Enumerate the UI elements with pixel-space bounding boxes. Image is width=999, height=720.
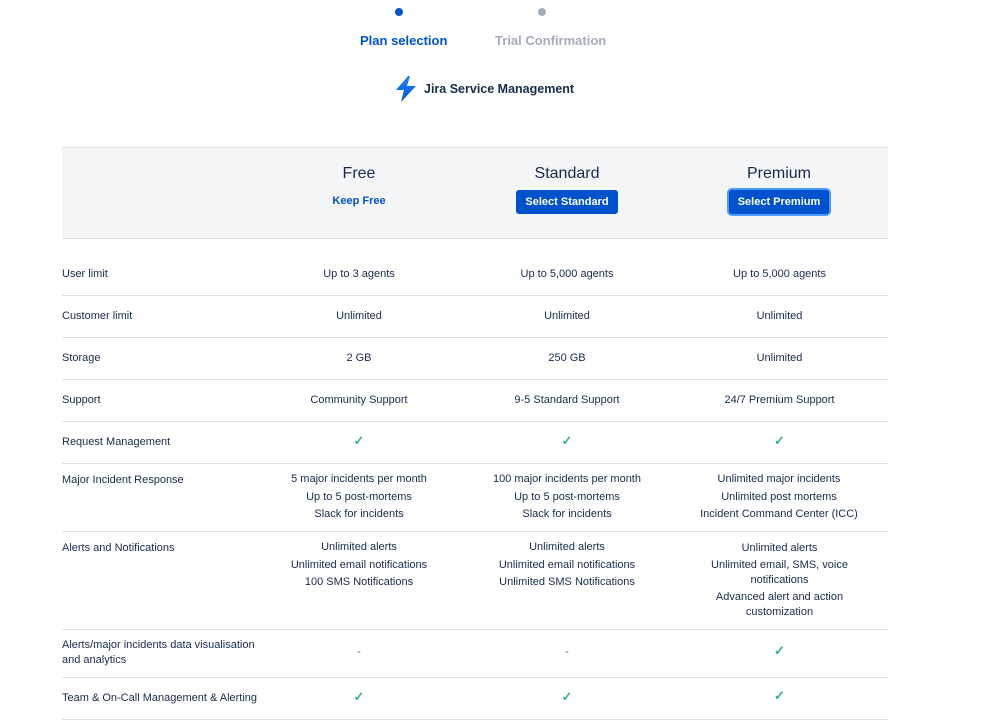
feature-value-line: Incident Command Center (ICC): [700, 508, 858, 520]
feature-value-free: -: [357, 646, 361, 658]
feature-value-line: Unlimited SMS Notifications: [499, 576, 635, 588]
feature-value-line: Unlimited email notifications: [290, 558, 428, 571]
feature-value-line: Unlimited major incidents: [717, 473, 841, 485]
feature-label: Support: [62, 394, 101, 406]
product-header: Jira Service Management: [395, 76, 574, 102]
check-icon: ✓: [353, 433, 365, 448]
feature-label: Team & On-Call Management & Alerting: [62, 692, 258, 704]
check-icon: ✓: [561, 433, 573, 448]
check-icon: ✓: [774, 688, 785, 703]
feature-label: Request Management: [62, 436, 171, 448]
plan-standard: Standard Select Standard: [467, 148, 667, 214]
plan-stepper: Plan selection Trial Confirmation: [0, 0, 999, 60]
feature-value-line: Up to 5 post-mortems: [514, 490, 620, 503]
feature-value-line: Unlimited email notifications: [498, 558, 636, 571]
feature-value-standard: 9-5 Standard Support: [514, 394, 620, 406]
feature-row-major-incident-response: Major Incident Response 5 major incident…: [62, 464, 888, 532]
step-label-trial-confirmation: Trial Confirmation: [495, 33, 607, 48]
feature-label: Alerts and Notifications: [62, 542, 175, 554]
feature-value-premium: Unlimited: [756, 310, 803, 322]
step-dot-plan-selection: [395, 8, 403, 16]
plan-name-free: Free: [342, 165, 376, 182]
feature-value-premium: 24/7 Premium Support: [724, 394, 835, 406]
feature-row-data-visualisation: Alerts/major incidents data visualisatio…: [62, 630, 888, 678]
feature-value-standard: Unlimited: [544, 310, 590, 322]
check-icon: ✓: [353, 689, 365, 704]
feature-value-line: Unlimited post mortems: [721, 490, 837, 503]
feature-value-line: 5 major incidents per month: [291, 473, 427, 485]
check-icon: ✓: [561, 689, 573, 704]
feature-label: Customer limit: [62, 310, 133, 322]
feature-value-standard: 250 GB: [548, 352, 586, 364]
step-label-plan-selection[interactable]: Plan selection: [360, 33, 447, 48]
feature-value-standard: Unlimited alerts Unlimited email notific…: [467, 539, 667, 592]
plan-free: Free Keep Free: [259, 148, 459, 212]
feature-value-line: Unlimited alerts: [741, 542, 818, 554]
step-dot-trial-confirmation: [538, 8, 546, 16]
feature-label: Major Incident Response: [62, 474, 184, 486]
feature-value-standard: Up to 5,000 agents: [520, 268, 614, 280]
plan-name-premium: Premium: [746, 165, 811, 182]
feature-value-line: Slack for incidents: [314, 508, 404, 520]
feature-value-premium: Unlimited alerts Unlimited email, SMS, v…: [692, 541, 867, 620]
feature-label: Alerts/major incidents data visualisatio…: [62, 639, 255, 666]
feature-label: Storage: [62, 352, 101, 364]
feature-row-user-limit: User limit Up to 3 agents Up to 5,000 ag…: [62, 239, 888, 296]
feature-value-free: 2 GB: [346, 352, 372, 364]
select-premium-button[interactable]: Select Premium: [728, 190, 830, 214]
plan-comparison-table: Free Keep Free Standard Select Standard …: [62, 147, 888, 720]
feature-value-free: Unlimited: [336, 310, 382, 322]
feature-row-support: Support Community Support 9-5 Standard S…: [62, 380, 888, 422]
feature-row-storage: Storage 2 GB 250 GB Unlimited: [62, 338, 888, 380]
feature-value-free: 5 major incidents per month Up to 5 post…: [259, 471, 459, 524]
check-icon: ✓: [774, 643, 785, 658]
feature-row-request-management: Request Management ✓ ✓ ✓: [62, 422, 888, 464]
feature-value-line: Unlimited alerts: [321, 541, 397, 553]
feature-value-line: 100 major incidents per month: [493, 473, 641, 485]
jira-service-management-logo-icon: [396, 76, 416, 102]
feature-value-premium: Unlimited: [756, 352, 803, 364]
plan-premium: Premium Select Premium: [679, 148, 879, 214]
feature-value-line: Unlimited alerts: [529, 541, 605, 553]
check-icon: ✓: [774, 433, 785, 448]
feature-value-line: Advanced alert and action customization: [715, 591, 844, 618]
feature-value-free: Up to 3 agents: [323, 268, 395, 280]
feature-value-standard: -: [565, 646, 569, 658]
plan-name-standard: Standard: [534, 165, 600, 182]
keep-free-button[interactable]: Keep Free: [326, 190, 391, 212]
feature-value-premium: Unlimited major incidents Unlimited post…: [684, 471, 874, 524]
feature-value-premium: Up to 5,000 agents: [733, 268, 826, 280]
product-name: Jira Service Management: [424, 82, 575, 96]
feature-value-line: Up to 5 post-mortems: [306, 490, 412, 503]
feature-value-free: Community Support: [310, 394, 408, 406]
feature-value-free: Unlimited alerts Unlimited email notific…: [259, 539, 459, 592]
feature-value-line: Slack for incidents: [522, 508, 612, 520]
feature-label: User limit: [62, 268, 108, 280]
feature-row-alerts-and-notifications: Alerts and Notifications Unlimited alert…: [62, 532, 888, 630]
feature-value-line: 100 SMS Notifications: [304, 576, 414, 588]
feature-value-line: Unlimited email, SMS, voice notification…: [711, 559, 848, 586]
plan-header-row: Free Keep Free Standard Select Standard …: [62, 147, 888, 239]
feature-value-standard: 100 major incidents per month Up to 5 po…: [467, 471, 667, 524]
feature-row-customer-limit: Customer limit Unlimited Unlimited Unlim…: [62, 296, 888, 338]
select-standard-button[interactable]: Select Standard: [516, 190, 618, 214]
feature-row-team-on-call: Team & On-Call Management & Alerting ✓ ✓…: [62, 678, 888, 720]
